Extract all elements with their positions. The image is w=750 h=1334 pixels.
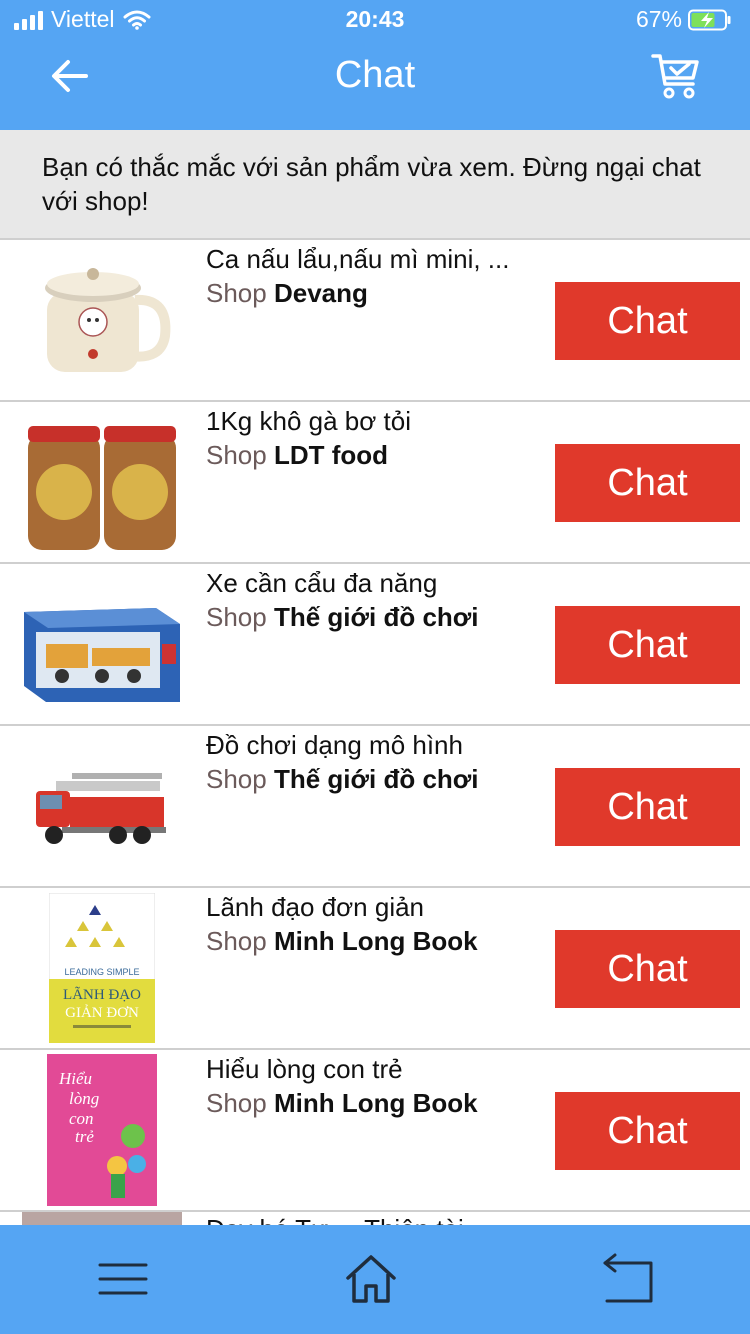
- list-item: Đồ chơi dạng mô hình Shop Thế giới đồ ch…: [0, 726, 750, 888]
- shop-name: Thế giới đồ chơi: [273, 764, 479, 794]
- product-image-book-leading-simple: LEADING SIMPLE LÃNH ĐẠO GIẢN ĐƠN: [22, 893, 182, 1043]
- shop-line: Shop Thế giới đồ chơi: [206, 764, 479, 795]
- menu-icon: [98, 1263, 148, 1295]
- shop-prefix: Shop: [206, 926, 267, 956]
- chat-notice: Bạn có thắc mắc với sản phẩm vừa xem. Đừ…: [0, 130, 750, 240]
- list-item: 1Kg khô gà bơ tỏi Shop LDT food Chat: [0, 402, 750, 564]
- return-button[interactable]: [590, 1249, 660, 1309]
- shop-prefix: Shop: [206, 440, 267, 470]
- list-item: Hiểu lòng con trẻ Hiểu lòng con trẻ Shop…: [0, 1050, 750, 1212]
- chat-button[interactable]: Chat: [555, 606, 740, 684]
- menu-button[interactable]: [88, 1249, 158, 1309]
- chat-button[interactable]: Chat: [555, 768, 740, 846]
- chat-button[interactable]: Chat: [555, 930, 740, 1008]
- product-name: Xe cần cẩu đa năng: [206, 568, 438, 598]
- home-icon: [346, 1255, 396, 1303]
- product-name: 1Kg khô gà bơ tỏi: [206, 406, 411, 436]
- cart-button[interactable]: [646, 48, 706, 104]
- list-item: Ca nấu lẩu,nấu mì mini, ... Shop Devang …: [0, 240, 750, 402]
- book-cover-small-text: LEADING SIMPLE: [64, 967, 139, 977]
- header: Viettel 20:43 67% Chat: [0, 0, 750, 130]
- product-name: Lãnh đạo đơn giản: [206, 892, 425, 922]
- product-list[interactable]: Ca nấu lẩu,nấu mì mini, ... Shop Devang …: [0, 240, 750, 1225]
- shop-prefix: Shop: [206, 602, 267, 632]
- book-cover-word-1: Hiểu: [58, 1069, 92, 1088]
- status-right: 67%: [636, 6, 732, 33]
- battery-percent: 67%: [635, 6, 682, 32]
- shop-prefix: Shop: [206, 1088, 267, 1118]
- shop-prefix: Shop: [206, 278, 267, 308]
- product-image-dried-chicken: [22, 410, 182, 554]
- shop-name: Minh Long Book: [273, 926, 478, 956]
- shop-line: Shop Devang: [206, 278, 368, 309]
- page-title: Chat: [334, 54, 416, 96]
- battery-charging-icon: [688, 9, 731, 30]
- shop-line: Shop LDT food: [206, 440, 388, 471]
- shop-name: Thế giới đồ chơi: [273, 602, 479, 632]
- book-cover-title-1: LÃNH ĐẠO: [63, 987, 141, 1003]
- list-item-partial: Dạy bé Tự ... Thiên tài: [0, 1212, 750, 1225]
- book-cover-word-4: trẻ: [75, 1127, 94, 1146]
- shop-line: Shop Minh Long Book: [206, 1088, 478, 1119]
- return-icon: [603, 1253, 653, 1303]
- bottom-navigation: [0, 1225, 750, 1334]
- status-bar: Viettel 20:43 67%: [0, 0, 750, 40]
- list-item: Xe cần cẩu đa năng Shop Thế giới đồ chơi…: [0, 564, 750, 726]
- product-image-hot-pot: [22, 248, 182, 392]
- book-cover-title-2: GIẢN ĐƠN: [65, 1004, 139, 1021]
- product-image-partial: [22, 1212, 182, 1225]
- chat-button[interactable]: Chat: [555, 444, 740, 522]
- shop-name: Devang: [273, 278, 368, 308]
- chat-button[interactable]: Chat: [555, 282, 740, 360]
- product-name: Đồ chơi dạng mô hình: [206, 730, 463, 760]
- book-cover-word-3: con: [69, 1109, 94, 1128]
- shop-name: LDT food: [273, 440, 389, 470]
- product-image-fire-truck: [22, 734, 182, 878]
- product-name-partial: Dạy bé Tự ... Thiên tài: [206, 1214, 464, 1225]
- shop-line: Shop Thế giới đồ chơi: [206, 602, 479, 633]
- product-image-book-hieu-long: Hiểu lòng con trẻ: [22, 1054, 182, 1206]
- product-image-crane-truck: [22, 572, 182, 716]
- home-button[interactable]: [336, 1249, 406, 1309]
- navbar: Chat: [0, 40, 750, 130]
- product-name: Ca nấu lẩu,nấu mì mini, ...: [206, 244, 510, 274]
- chat-button[interactable]: Chat: [555, 1092, 740, 1170]
- cart-icon: [651, 54, 699, 99]
- product-name: Hiểu lòng con trẻ: [206, 1054, 403, 1084]
- shop-prefix: Shop: [206, 764, 267, 794]
- book-cover-word-2: lòng: [69, 1089, 99, 1108]
- list-item: LEADING SIMPLE LÃNH ĐẠO GIẢN ĐƠN Lãnh đạ…: [0, 888, 750, 1050]
- shop-line: Shop Minh Long Book: [206, 926, 478, 957]
- shop-name: Minh Long Book: [273, 1088, 478, 1118]
